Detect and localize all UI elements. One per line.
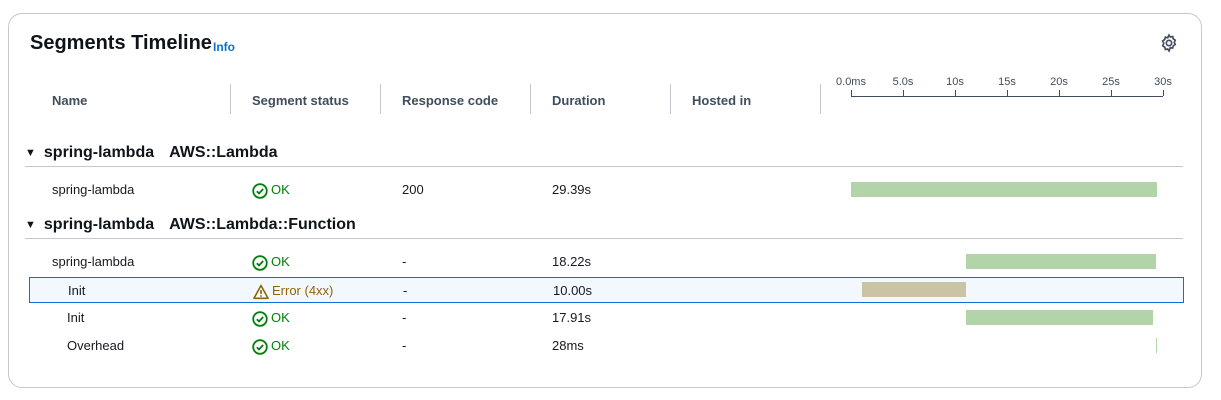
check-circle-icon — [252, 338, 268, 355]
column-header-hosted-in[interactable]: Hosted in — [692, 93, 751, 108]
timeline-bar[interactable] — [851, 182, 1157, 197]
check-circle-icon — [252, 182, 268, 199]
group-divider — [25, 238, 1183, 239]
response-code: - — [402, 254, 407, 269]
axis-tick-label: 25s — [1102, 76, 1120, 88]
timeline-bar[interactable] — [966, 310, 1153, 325]
group-divider — [25, 166, 1183, 167]
column-separator[interactable] — [530, 84, 531, 114]
segment-row[interactable]: Init Error (4xx) - 10.00s — [29, 277, 1184, 303]
duration: 28ms — [552, 338, 584, 353]
caret-down-icon[interactable]: ▼ — [25, 219, 36, 231]
segment-name: spring-lambda — [52, 254, 135, 269]
segment-status-text: OK — [271, 182, 290, 197]
timeline-bar[interactable] — [862, 282, 967, 297]
axis-line — [851, 96, 1163, 97]
axis-tick-label: 20s — [1050, 76, 1068, 88]
timeline-axis: 0.0ms 5.0s 10s 15s 20s 25s 30s — [836, 76, 1179, 116]
column-header-response-code[interactable]: Response code — [402, 93, 498, 108]
response-code: - — [403, 283, 408, 298]
group-type: AWS::Lambda::Function — [169, 216, 356, 233]
segment-status-text: OK — [271, 338, 290, 353]
group-name: spring-lambda — [43, 144, 155, 161]
axis-tick-label: 10s — [946, 76, 964, 88]
gear-icon[interactable] — [1159, 33, 1179, 53]
column-separator[interactable] — [230, 84, 231, 114]
warning-icon — [253, 284, 269, 299]
segment-status: OK — [252, 249, 290, 275]
duration: 18.22s — [552, 254, 592, 269]
segment-status-text: OK — [271, 254, 290, 269]
segment-status-text: OK — [271, 310, 290, 325]
segment-name: Init — [68, 283, 86, 298]
column-header-duration[interactable]: Duration — [552, 93, 605, 108]
axis-tick — [1059, 90, 1060, 96]
info-link[interactable]: Info — [213, 40, 235, 54]
axis-tick — [1163, 90, 1164, 96]
segment-status-text: Error (4xx) — [272, 283, 334, 298]
segment-name: Init — [67, 310, 85, 325]
column-header-name[interactable]: Name — [52, 93, 87, 108]
column-separator[interactable] — [380, 84, 381, 114]
segment-name: spring-lambda — [52, 182, 135, 197]
segment-status: OK — [252, 333, 290, 359]
response-code: 200 — [402, 182, 424, 197]
axis-tick — [955, 90, 956, 96]
duration: 17.91s — [552, 310, 592, 325]
axis-tick-label: 5.0s — [892, 76, 914, 88]
response-code: - — [402, 310, 407, 325]
axis-tick — [1111, 90, 1112, 96]
response-code: - — [402, 338, 407, 353]
timeline-bar[interactable] — [966, 254, 1156, 269]
column-separator[interactable] — [670, 84, 671, 114]
axis-tick-label: 0.0ms — [836, 76, 866, 88]
column-separator[interactable] — [820, 84, 821, 114]
timeline-bar[interactable] — [1155, 338, 1158, 353]
group-header[interactable]: ▼ spring-lambda AWS::Lambda::Function — [25, 213, 356, 237]
segment-status: OK — [252, 305, 290, 331]
group-header[interactable]: ▼ spring-lambda AWS::Lambda — [25, 141, 278, 165]
check-circle-icon — [252, 310, 268, 327]
segment-name: Overhead — [67, 338, 125, 353]
caret-down-icon[interactable]: ▼ — [25, 147, 36, 159]
axis-tick-label: 15s — [998, 76, 1016, 88]
column-header-segment-status[interactable]: Segment status — [252, 93, 349, 108]
axis-tick — [851, 90, 852, 96]
axis-tick — [903, 90, 904, 96]
segment-status: OK — [252, 177, 290, 203]
group-name: spring-lambda — [43, 216, 155, 233]
axis-tick — [1007, 90, 1008, 96]
segment-row[interactable]: Overhead OK - 28ms — [29, 333, 1184, 359]
check-circle-icon — [252, 254, 268, 271]
duration: 10.00s — [553, 283, 593, 298]
segments-timeline-panel: Segments Timeline Info Name Segment stat… — [8, 13, 1202, 388]
duration: 29.39s — [552, 182, 592, 197]
axis-tick-label: 30s — [1154, 76, 1172, 88]
panel-title: Segments Timeline — [30, 32, 212, 54]
segment-status: Error (4xx) — [253, 278, 333, 304]
group-type: AWS::Lambda — [169, 144, 278, 161]
